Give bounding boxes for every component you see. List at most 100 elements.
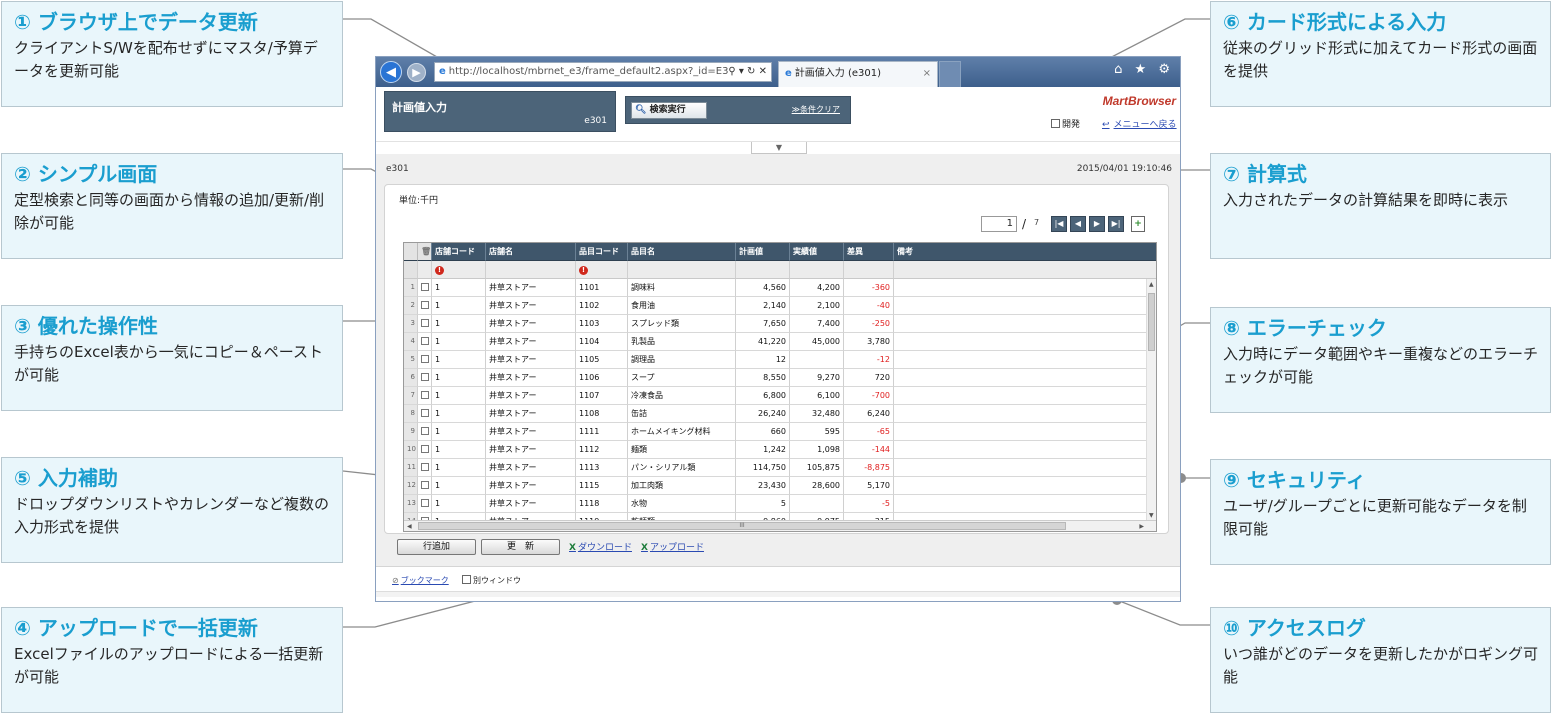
row-checkbox[interactable] [421, 463, 429, 471]
scroll-left-icon[interactable]: ◀ [407, 523, 412, 530]
col-header-note[interactable]: 備考 [894, 243, 1156, 261]
tab-close-icon[interactable]: × [923, 62, 931, 86]
note-cell[interactable] [894, 315, 1148, 333]
download-link[interactable]: X ダウンロード [569, 540, 632, 553]
note-cell[interactable] [894, 495, 1148, 513]
address-tools[interactable]: ⚲ ▾ ↻ ✕ [728, 63, 767, 81]
note-cell[interactable] [894, 297, 1148, 315]
item-name-cell[interactable]: スプレッド類 [628, 315, 736, 333]
horizontal-scroll-thumb[interactable]: III [418, 522, 1066, 530]
item-name-cell[interactable]: 調理品 [628, 351, 736, 369]
plan-cell[interactable]: 23,430 [736, 477, 790, 495]
add-row-button[interactable]: 行追加 [397, 539, 476, 555]
store-name-cell[interactable]: 井草ストアー [486, 477, 576, 495]
plan-cell[interactable]: 41,220 [736, 333, 790, 351]
item-name-cell[interactable]: 冷凍食品 [628, 387, 736, 405]
plan-cell[interactable]: 660 [736, 423, 790, 441]
store-name-cell[interactable]: 井草ストアー [486, 297, 576, 315]
table-row[interactable]: 7 1 井草ストアー 1107 冷凍食品 6,800 6,100 -700 [404, 387, 1156, 405]
store-name-cell[interactable]: 井草ストアー [486, 441, 576, 459]
error-icon[interactable]: ! [579, 266, 588, 275]
plan-cell[interactable]: 2,140 [736, 297, 790, 315]
table-row[interactable]: 6 1 井草ストアー 1106 スープ 8,550 9,270 720 [404, 369, 1156, 387]
store-code-cell[interactable]: 1 [432, 477, 486, 495]
plan-cell[interactable]: 4,560 [736, 279, 790, 297]
last-page-icon[interactable]: ▶| [1108, 216, 1124, 232]
actual-cell[interactable]: 4,200 [790, 279, 844, 297]
table-row[interactable]: 8 1 井草ストアー 1108 缶詰 26,240 32,480 6,240 [404, 405, 1156, 423]
col-header-plan[interactable]: 計画値 [736, 243, 790, 261]
item-code-cell[interactable]: 1112 [576, 441, 628, 459]
page-input[interactable]: 1 [981, 216, 1017, 232]
browser-tab[interactable]: e 計画値入力 (e301) × [778, 61, 938, 87]
back-arrow-icon[interactable]: ◀ [380, 61, 402, 83]
table-row[interactable]: 2 1 井草ストアー 1102 食用油 2,140 2,100 -40 [404, 297, 1156, 315]
actual-cell[interactable]: 105,875 [790, 459, 844, 477]
note-cell[interactable] [894, 441, 1148, 459]
row-checkbox[interactable] [421, 391, 429, 399]
table-row[interactable]: 9 1 井草ストアー 1111 ホームメイキング材料 660 595 -65 [404, 423, 1156, 441]
store-name-cell[interactable]: 井草ストアー [486, 279, 576, 297]
item-name-cell[interactable]: 加工肉類 [628, 477, 736, 495]
item-code-cell[interactable]: 1102 [576, 297, 628, 315]
note-cell[interactable] [894, 351, 1148, 369]
actual-cell[interactable]: 7,400 [790, 315, 844, 333]
row-checkbox[interactable] [421, 445, 429, 453]
table-row[interactable]: 3 1 井草ストアー 1103 スプレッド類 7,650 7,400 -250 [404, 315, 1156, 333]
item-code-cell[interactable]: 1113 [576, 459, 628, 477]
item-code-cell[interactable]: 1108 [576, 405, 628, 423]
row-checkbox[interactable] [421, 283, 429, 291]
note-cell[interactable] [894, 423, 1148, 441]
error-icon[interactable]: ! [435, 266, 444, 275]
row-checkbox[interactable] [421, 427, 429, 435]
store-name-cell[interactable]: 井草ストアー [486, 459, 576, 477]
plan-cell[interactable]: 7,650 [736, 315, 790, 333]
diff-cell[interactable]: 6,240 [844, 405, 894, 423]
search-button[interactable]: 🔍︎ 検索実行 [631, 102, 707, 119]
store-name-cell[interactable]: 井草ストアー [486, 333, 576, 351]
vertical-scrollbar[interactable]: ▲ ▼ [1146, 279, 1156, 521]
note-cell[interactable] [894, 405, 1148, 423]
store-code-cell[interactable]: 1 [432, 423, 486, 441]
store-name-cell[interactable]: 井草ストアー [486, 405, 576, 423]
item-name-cell[interactable]: 調味料 [628, 279, 736, 297]
item-code-cell[interactable]: 1101 [576, 279, 628, 297]
separate-window-option[interactable]: 別ウィンドウ [462, 575, 521, 586]
scroll-right-icon[interactable]: ▶ [1139, 523, 1144, 530]
row-checkbox[interactable] [421, 301, 429, 309]
table-row[interactable]: 10 1 井草ストアー 1112 麺類 1,242 1,098 -144 [404, 441, 1156, 459]
col-header-store-name[interactable]: 店舗名 [486, 243, 576, 261]
store-name-cell[interactable]: 井草ストアー [486, 495, 576, 513]
item-code-cell[interactable]: 1103 [576, 315, 628, 333]
store-name-cell[interactable]: 井草ストアー [486, 351, 576, 369]
diff-cell[interactable]: 5,170 [844, 477, 894, 495]
note-cell[interactable] [894, 477, 1148, 495]
table-row[interactable]: 11 1 井草ストアー 1113 パン・シリアル類 114,750 105,875 -8,87… [404, 459, 1156, 477]
note-cell[interactable] [894, 459, 1148, 477]
actual-cell[interactable]: 28,600 [790, 477, 844, 495]
plan-cell[interactable]: 6,800 [736, 387, 790, 405]
address-bar[interactable]: e http://localhost/mbrnet_e3/frame_defaul… [434, 62, 772, 82]
col-header-item-name[interactable]: 品目名 [628, 243, 736, 261]
item-name-cell[interactable]: 乳製品 [628, 333, 736, 351]
item-name-cell[interactable]: 水物 [628, 495, 736, 513]
diff-cell[interactable]: -700 [844, 387, 894, 405]
row-checkbox[interactable] [421, 373, 429, 381]
item-name-cell[interactable]: パン・シリアル類 [628, 459, 736, 477]
note-cell[interactable] [894, 387, 1148, 405]
back-to-menu-link[interactable]: ↩ メニューへ戻る [1102, 117, 1177, 130]
vertical-scroll-thumb[interactable] [1148, 293, 1155, 351]
trash-icon[interactable]: 🗑 [418, 243, 432, 261]
actual-cell[interactable]: 6,100 [790, 387, 844, 405]
diff-cell[interactable]: -250 [844, 315, 894, 333]
diff-cell[interactable]: -12 [844, 351, 894, 369]
plan-cell[interactable]: 114,750 [736, 459, 790, 477]
row-checkbox[interactable] [421, 355, 429, 363]
plan-cell[interactable]: 5 [736, 495, 790, 513]
store-name-cell[interactable]: 井草ストアー [486, 315, 576, 333]
prev-page-icon[interactable]: ◀ [1070, 216, 1086, 232]
separate-window-checkbox[interactable] [462, 575, 471, 584]
item-code-cell[interactable]: 1104 [576, 333, 628, 351]
row-checkbox[interactable] [421, 481, 429, 489]
scroll-up-icon[interactable]: ▲ [1149, 281, 1154, 288]
